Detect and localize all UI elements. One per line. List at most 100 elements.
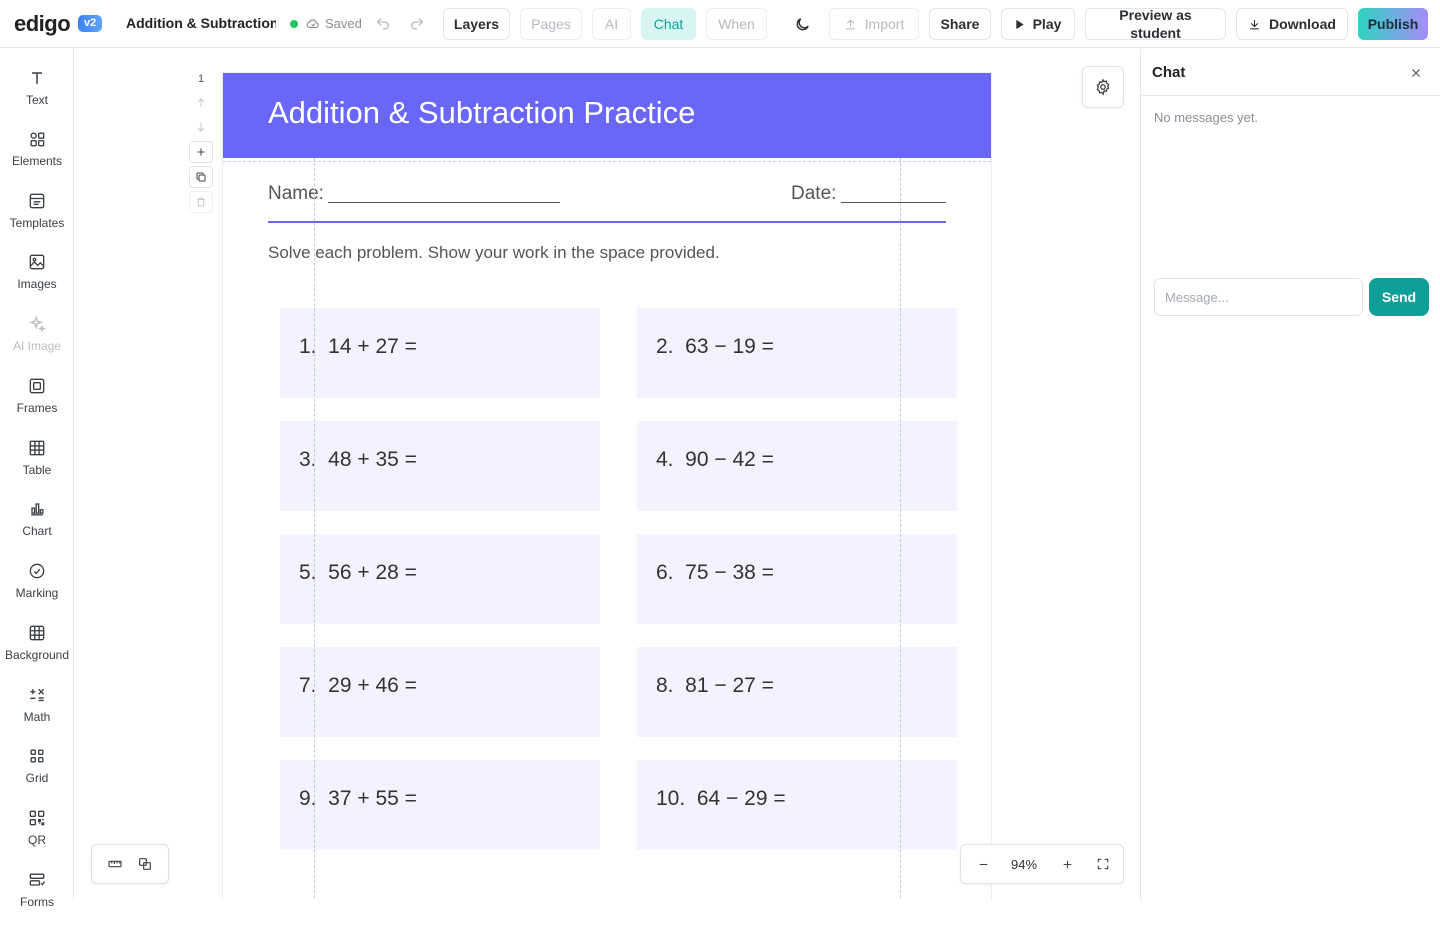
ai-button[interactable]: AI bbox=[592, 8, 631, 40]
problem-text: 9. 37 + 55 = bbox=[299, 787, 417, 810]
tool-templates[interactable]: Templates bbox=[0, 191, 74, 247]
tool-ai-image[interactable]: AI Image bbox=[0, 314, 74, 370]
redo-button[interactable] bbox=[405, 12, 429, 36]
tool-label: Frames bbox=[16, 401, 58, 415]
check-circle-icon bbox=[29, 563, 45, 579]
sparkle-icon bbox=[29, 315, 46, 333]
moon-icon bbox=[796, 17, 809, 30]
problem-box[interactable]: 5. 56 + 28 = bbox=[280, 534, 600, 624]
save-status: Saved bbox=[290, 16, 362, 31]
zoom-level: 94% bbox=[1010, 856, 1038, 872]
problem-text: 7. 29 + 46 = bbox=[299, 674, 417, 697]
download-icon bbox=[1250, 19, 1259, 29]
tool-marking[interactable]: Marking bbox=[0, 561, 74, 617]
download-button[interactable]: Download bbox=[1236, 8, 1348, 40]
editor-canvas[interactable]: 1 Addition & Subtraction Practice Name: … bbox=[75, 49, 1140, 900]
problem-box[interactable]: 4. 90 − 42 = bbox=[637, 421, 957, 511]
save-status-label: Saved bbox=[325, 16, 362, 31]
problem-text: 2. 63 − 19 = bbox=[656, 335, 774, 358]
worksheet-title[interactable]: Addition & Subtraction Practice bbox=[268, 95, 695, 131]
tool-background[interactable]: Background bbox=[0, 623, 74, 679]
math-icon bbox=[30, 688, 45, 702]
chart-icon bbox=[31, 503, 44, 516]
when-button[interactable]: When bbox=[706, 8, 767, 40]
play-button[interactable]: Play bbox=[1001, 8, 1075, 40]
download-label: Download bbox=[1269, 16, 1336, 32]
send-button[interactable]: Send bbox=[1369, 278, 1429, 316]
tool-label: Math bbox=[23, 710, 51, 724]
name-line bbox=[328, 202, 560, 203]
move-page-down-button[interactable] bbox=[189, 116, 213, 138]
publish-button[interactable]: Publish bbox=[1358, 8, 1428, 40]
tool-forms[interactable]: Forms bbox=[0, 870, 74, 926]
tool-label: Text bbox=[25, 93, 48, 107]
arrow-up-icon bbox=[197, 98, 205, 107]
date-line bbox=[841, 202, 946, 203]
undo-icon bbox=[376, 18, 389, 30]
templates-icon bbox=[29, 193, 45, 209]
delete-page-button[interactable] bbox=[189, 191, 213, 213]
copy-icon bbox=[196, 172, 206, 182]
tool-elements[interactable]: Elements bbox=[0, 129, 74, 185]
problem-box[interactable]: 6. 75 − 38 = bbox=[637, 534, 957, 624]
play-icon bbox=[1015, 19, 1024, 29]
chat-message-input[interactable] bbox=[1154, 278, 1363, 316]
chat-empty-state: No messages yet. bbox=[1154, 110, 1259, 125]
problem-box[interactable]: 2. 63 − 19 = bbox=[637, 308, 957, 398]
arrow-down-icon bbox=[197, 123, 205, 132]
chat-button[interactable]: Chat bbox=[641, 8, 696, 40]
document-title[interactable]: Addition & Subtraction I bbox=[126, 15, 276, 31]
tool-table[interactable]: Table bbox=[0, 438, 74, 494]
problem-text: 8. 81 − 27 = bbox=[656, 674, 774, 697]
zoom-in-button[interactable] bbox=[1053, 845, 1081, 883]
trash-icon bbox=[197, 197, 205, 207]
undo-button[interactable] bbox=[371, 12, 395, 36]
duplicate-page-button[interactable] bbox=[189, 166, 213, 188]
pages-button[interactable]: Pages bbox=[520, 8, 582, 40]
preview-as-student-button[interactable]: Preview as student bbox=[1085, 7, 1226, 41]
page-settings-button[interactable] bbox=[1082, 66, 1124, 108]
move-page-up-button[interactable] bbox=[189, 92, 213, 114]
problem-box[interactable]: 1. 14 + 27 = bbox=[280, 308, 600, 398]
tool-qr[interactable]: QR bbox=[0, 808, 74, 864]
fullscreen-icon bbox=[1097, 858, 1109, 870]
worksheet-header[interactable]: Addition & Subtraction Practice bbox=[223, 73, 991, 158]
share-button[interactable]: Share bbox=[929, 8, 991, 40]
qr-icon bbox=[29, 810, 45, 826]
close-chat-button[interactable] bbox=[1406, 63, 1426, 83]
name-date-row[interactable]: Name: Date: bbox=[268, 183, 946, 223]
problem-box[interactable]: 3. 48 + 35 = bbox=[280, 421, 600, 511]
tool-frames[interactable]: Frames bbox=[0, 376, 74, 432]
dark-mode-toggle[interactable] bbox=[790, 12, 814, 36]
tool-math[interactable]: Math bbox=[0, 685, 74, 741]
problem-box[interactable]: 7. 29 + 46 = bbox=[280, 647, 600, 737]
page-number: 1 bbox=[197, 73, 205, 85]
problem-box[interactable]: 9. 37 + 55 = bbox=[280, 760, 600, 850]
problem-box[interactable]: 10. 64 − 29 = bbox=[637, 760, 957, 850]
name-label: Name: bbox=[268, 183, 324, 204]
header-divider bbox=[223, 161, 991, 162]
fullscreen-button[interactable] bbox=[1089, 845, 1117, 883]
shapes-icon[interactable] bbox=[137, 856, 153, 872]
tool-label: Images bbox=[17, 277, 57, 291]
ruler-icon[interactable] bbox=[107, 856, 123, 872]
tool-grid[interactable]: Grid bbox=[0, 746, 74, 802]
tool-label: Table bbox=[22, 463, 52, 477]
import-button[interactable]: Import bbox=[829, 8, 919, 40]
tool-chart[interactable]: Chart bbox=[0, 499, 74, 555]
tool-label: Marking bbox=[15, 586, 59, 600]
frame-icon bbox=[29, 378, 45, 394]
close-icon bbox=[1412, 69, 1420, 77]
worksheet-page[interactable]: Addition & Subtraction Practice Name: Da… bbox=[223, 73, 991, 900]
instructions[interactable]: Solve each problem. Show your work in th… bbox=[268, 243, 720, 263]
tool-text[interactable]: Text bbox=[0, 68, 74, 124]
problem-box[interactable]: 8. 81 − 27 = bbox=[637, 647, 957, 737]
tool-label: Forms bbox=[20, 895, 54, 909]
add-page-button[interactable] bbox=[189, 141, 213, 163]
tool-images[interactable]: Images bbox=[0, 252, 74, 308]
zoom-out-button[interactable] bbox=[969, 845, 997, 883]
grid-background-icon bbox=[29, 625, 45, 641]
layers-button[interactable]: Layers bbox=[443, 8, 510, 40]
app-logo[interactable]: edigo bbox=[14, 11, 71, 37]
tool-label: AI Image bbox=[12, 339, 62, 353]
